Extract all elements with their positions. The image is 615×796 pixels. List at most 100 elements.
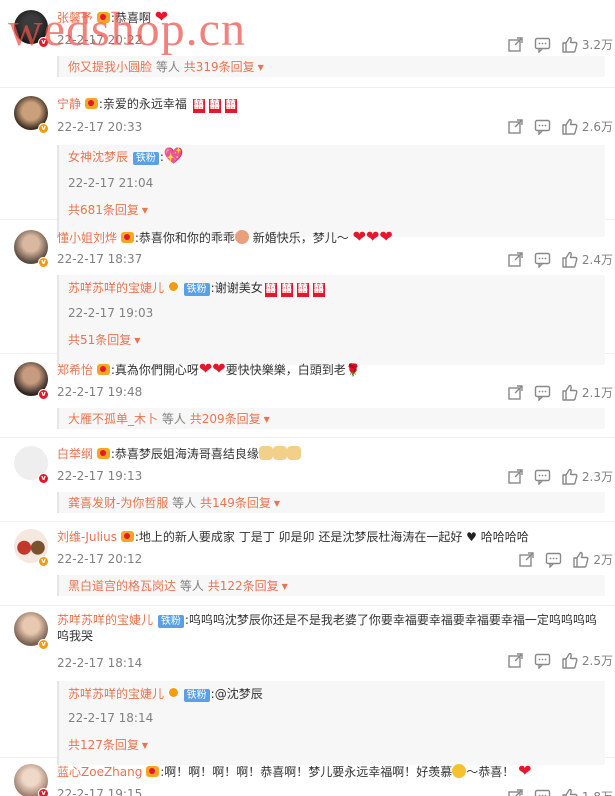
reply-names-link[interactable]: 大雁不孤单_木卜: [68, 412, 158, 426]
like-count: 2.1万: [581, 386, 613, 400]
username-link[interactable]: 张馨予: [57, 11, 93, 25]
reply-summary[interactable]: 龚喜发财-为你哲服 等人 共149条回复 ▼: [57, 492, 605, 513]
username-link[interactable]: 懂小姐刘烨: [57, 231, 117, 245]
comment-text: 白举纲 :恭喜梦辰姐海涛哥喜结良缘: [57, 446, 605, 462]
share-button[interactable]: [507, 652, 524, 669]
chevron-down-icon: ▼: [273, 499, 281, 508]
share-button[interactable]: [507, 384, 524, 401]
comment-button[interactable]: [534, 652, 551, 669]
comment-button[interactable]: [534, 788, 551, 796]
comment-text: 懂小姐刘烨 :恭喜你和你的乖乖 新婚快乐，梦儿～ ❤❤❤: [57, 227, 393, 246]
member-icon: [146, 766, 160, 777]
like-button[interactable]: 2.5万: [561, 652, 613, 669]
share-button[interactable]: [507, 36, 524, 53]
reply-summary[interactable]: 你又提我小圆脸 等人 共319条回复 ▼: [57, 56, 605, 77]
comment-item: v 白举纲 :恭喜梦辰姐海涛哥喜结良缘 22-2-17 19:13 龚喜发财-为…: [0, 438, 615, 522]
comment-icon: [534, 653, 551, 669]
heart-emoji-icon: ❤: [198, 359, 213, 378]
verified-badge-icon: v: [38, 123, 49, 134]
username-link[interactable]: 刘维-Julius: [57, 530, 117, 544]
double-happiness-emoji-icon: 囍: [208, 99, 221, 113]
verified-badge-icon: v: [38, 473, 49, 484]
chevron-down-icon: ▼: [141, 741, 149, 750]
chevron-down-icon: ▼: [141, 206, 149, 215]
like-count: 2.6万: [581, 120, 613, 134]
like-button[interactable]: 1.8万: [561, 788, 613, 796]
thumbs-up-icon: [562, 36, 578, 53]
like-count: 2.4万: [581, 253, 613, 267]
verified-badge-icon: v: [38, 556, 49, 567]
thumbs-up-icon: [562, 118, 578, 135]
more-replies-link[interactable]: 共681条回复: [68, 203, 139, 217]
double-happiness-emoji-icon: 囍: [280, 283, 293, 297]
more-replies-link[interactable]: 共51条回复: [68, 333, 131, 347]
reply-username-link[interactable]: 苏咩苏咩的宝婕儿: [68, 281, 164, 295]
reply-item: 苏咩苏咩的宝婕儿 铁粉:谢谢美女囍囍囍囍 22-2-17 19:03 共51条回…: [57, 275, 605, 365]
share-button[interactable]: [518, 551, 535, 568]
reply-count-link[interactable]: 共209条回复: [190, 412, 261, 426]
share-button[interactable]: [507, 468, 524, 485]
reply-username-link[interactable]: 女神沈梦辰: [68, 150, 128, 164]
comment-button[interactable]: [534, 118, 551, 135]
comment-button[interactable]: [534, 384, 551, 401]
share-button[interactable]: [507, 788, 524, 796]
chevron-down-icon: ▼: [257, 63, 264, 72]
black-heart-emoji-icon: ♥: [466, 530, 477, 544]
verified-badge-icon: v: [38, 788, 49, 796]
like-button[interactable]: 3.2万: [561, 36, 613, 53]
double-happiness-emoji-icon: 囍: [224, 99, 237, 113]
username-link[interactable]: 宁静: [57, 97, 81, 111]
double-happiness-emoji-icon: 囍: [312, 283, 325, 297]
reply-summary[interactable]: 黑白道宫的格瓦岗达 等人 共122条回复 ▼: [57, 575, 605, 596]
verified-badge-icon: v: [38, 389, 49, 400]
comment-button[interactable]: [534, 36, 551, 53]
comment-button[interactable]: [534, 251, 551, 268]
double-happiness-emoji-icon: 囍: [296, 283, 309, 297]
member-icon: [120, 531, 134, 542]
comment-text: 刘维-Julius :地上的新人要成家 丁是丁 卯是卯 还是沈梦辰杜海涛在一起好…: [57, 530, 529, 544]
share-button[interactable]: [507, 251, 524, 268]
double-happiness-emoji-icon: 囍: [264, 283, 277, 297]
heart-emoji-icon: ❤: [154, 7, 169, 26]
comment-text: 苏咩苏咩的宝婕儿 铁粉:呜呜呜沈梦辰你还是不是我老婆了你要幸福要幸福要幸福要幸福…: [57, 613, 597, 643]
reply-names-link[interactable]: 龚喜发财-为你哲服: [68, 496, 168, 510]
member-icon: [120, 232, 134, 243]
chevron-down-icon: ▼: [134, 336, 141, 345]
share-button[interactable]: [507, 118, 524, 135]
comment-button[interactable]: [545, 551, 562, 568]
like-button[interactable]: 2.4万: [561, 251, 613, 268]
praying-hands-emoji-icon: [272, 446, 287, 460]
heart-emoji-icon: ❤: [212, 359, 226, 378]
username-link[interactable]: 苏咩苏咩的宝婕儿: [57, 613, 153, 627]
reply-names-link[interactable]: 黑白道宫的格瓦岗达: [68, 579, 176, 593]
chevron-down-icon: ▼: [281, 582, 288, 591]
member-icon: [96, 364, 110, 375]
like-count: 1.8万: [582, 788, 613, 796]
comment-item: v 宁静 :亲爱的永远幸福 囍囍囍 22-2-17 20:33 女神沈梦辰 铁粉…: [0, 88, 615, 237]
like-button[interactable]: 2万: [572, 551, 613, 568]
sparkling-heart-emoji-icon: 💖: [163, 146, 184, 165]
comment-text: 郑希怡 :真為你們開心呀❤❤要快快樂樂，白頭到老🌹: [57, 359, 361, 378]
reply-summary[interactable]: 大雁不孤单_木卜 等人 共209条回复 ▼: [57, 408, 605, 429]
more-replies-link[interactable]: 共127条回复: [68, 738, 139, 752]
username-link[interactable]: 郑希怡: [57, 363, 93, 377]
reply-username-link[interactable]: 苏咩苏咩的宝婕儿: [68, 687, 164, 701]
share-icon: [519, 552, 535, 567]
share-icon: [508, 119, 523, 134]
comment-item: v 张馨予 :恭喜啊 ❤ 22-2-17 20:22 你又提我小圆脸 等人 共3…: [0, 0, 615, 88]
comment-item: v 苏咩苏咩的宝婕儿 铁粉:呜呜呜沈梦辰你还是不是我老婆了你要幸福要幸福要幸福要…: [0, 606, 615, 765]
like-button[interactable]: 2.6万: [561, 118, 613, 135]
share-icon: [508, 789, 523, 796]
comment-button[interactable]: [534, 468, 551, 485]
heart-emoji-icon: ❤: [365, 227, 380, 246]
username-link[interactable]: 白举纲: [57, 447, 93, 461]
username-link[interactable]: 蓝心ZoeZhang: [57, 765, 142, 779]
reply-names-link[interactable]: 你又提我小圆脸: [68, 60, 152, 74]
reply-count-link[interactable]: 共319条回复: [184, 60, 255, 74]
praying-hands-emoji-icon: [258, 446, 273, 460]
like-button[interactable]: 2.1万: [561, 384, 613, 401]
reply-count-link[interactable]: 共122条回复: [208, 579, 279, 593]
like-button[interactable]: 2.3万: [561, 468, 613, 485]
reply-count-link[interactable]: 共149条回复: [200, 496, 271, 510]
pig-emoji-icon: [234, 230, 249, 244]
